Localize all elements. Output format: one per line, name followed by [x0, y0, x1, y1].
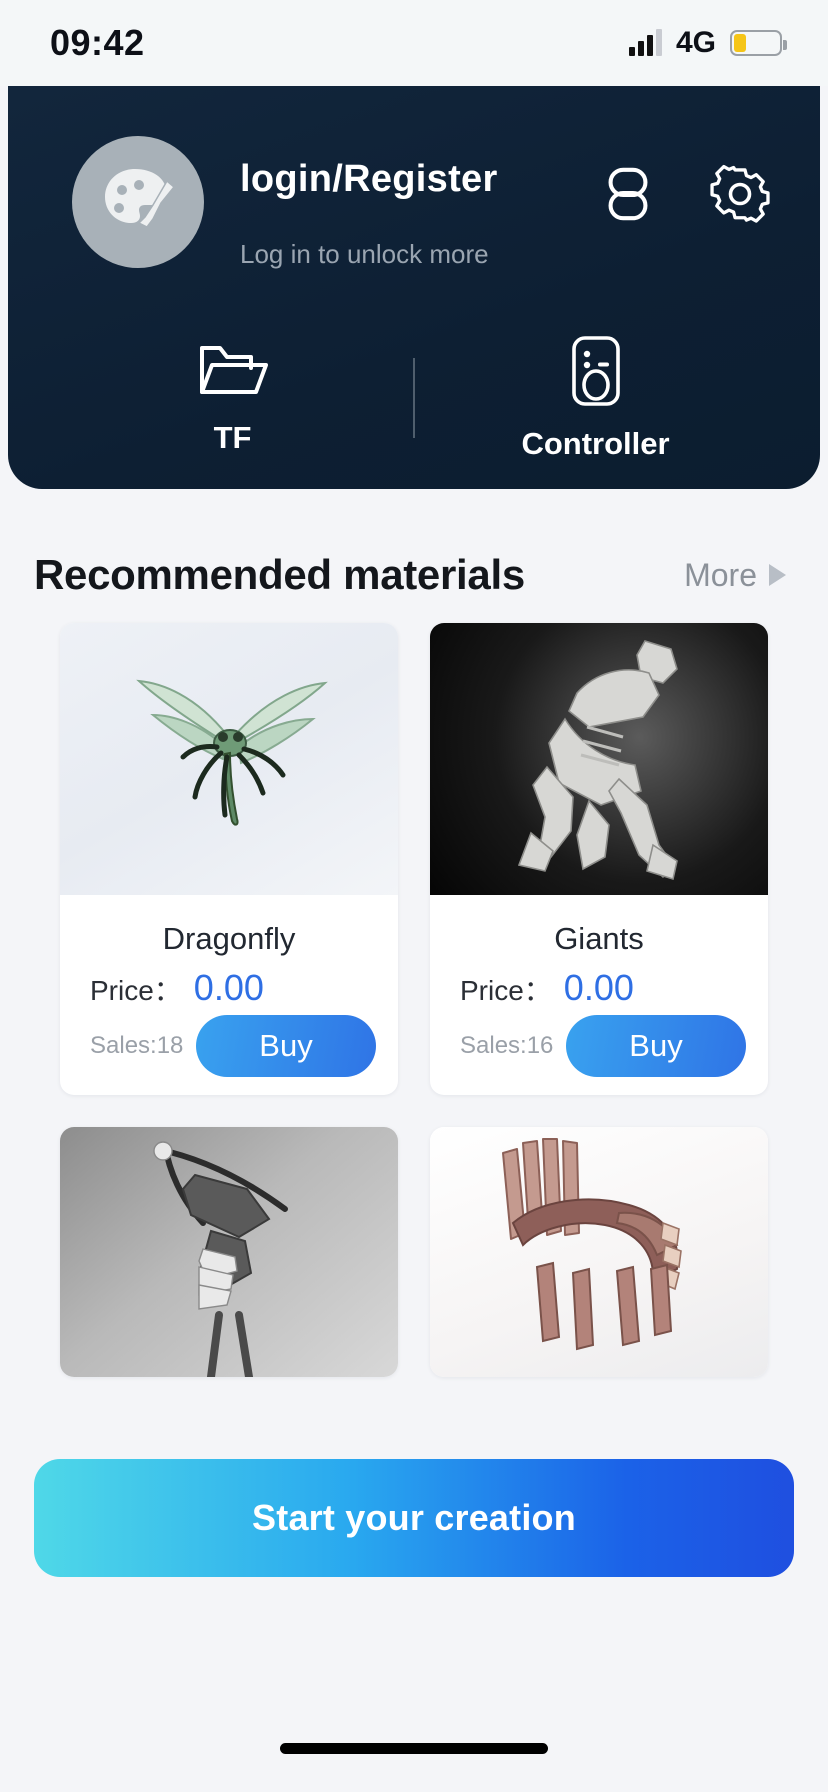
controller-icon	[571, 336, 620, 406]
home-indicator	[280, 1743, 548, 1754]
link-icon[interactable]	[592, 158, 664, 230]
start-your-creation-button[interactable]: Start your creation	[34, 1459, 794, 1577]
buy-button[interactable]: Buy	[566, 1015, 746, 1077]
signal-bars-icon	[628, 29, 662, 56]
material-title: Giants	[554, 921, 644, 956]
network-type-label: 4G	[675, 26, 716, 59]
more-label: More	[684, 556, 757, 593]
material-card[interactable]: Dragonfly Price： 0.00 Sales:18 Buy	[60, 623, 398, 1095]
header-actions	[592, 136, 776, 230]
quick-actions-row: TF Controller	[52, 334, 776, 462]
quick-action-controller[interactable]: Controller	[415, 334, 776, 462]
app-screen: 09:42 4G login/Register Log in to unlock…	[0, 0, 828, 1792]
page-title: Recommended materials	[34, 551, 525, 598]
status-bar: 09:42 4G	[0, 0, 828, 86]
material-card[interactable]: Giants Price： 0.00 Sales:16 Buy	[430, 623, 768, 1095]
wooden-dinosaur-3d-model-thumbnail	[430, 1127, 768, 1377]
sales-count: Sales:16	[460, 1032, 554, 1059]
login-register-title[interactable]: login/Register	[240, 158, 592, 201]
quick-action-tf-label: TF	[213, 420, 252, 455]
price-row: Price： 0.00	[452, 967, 746, 1009]
material-card[interactable]	[60, 1127, 398, 1377]
profile-text-block: login/Register Log in to unlock more	[240, 136, 592, 270]
material-card[interactable]	[430, 1127, 768, 1377]
buy-button[interactable]: Buy	[196, 1015, 376, 1077]
more-button[interactable]: More	[684, 557, 794, 594]
login-subtitle: Log in to unlock more	[240, 239, 489, 269]
price-row: Price： 0.00	[82, 967, 376, 1009]
buy-row: Sales:18 Buy	[82, 1015, 376, 1077]
giant-skeleton-3d-model-thumbnail	[430, 623, 768, 895]
status-bar-time: 09:42	[50, 22, 145, 63]
folder-icon	[199, 346, 268, 394]
sales-count: Sales:18	[90, 1032, 184, 1059]
quick-actions-divider	[413, 358, 415, 438]
cta-container: Start your creation	[0, 1459, 828, 1577]
battery-low-icon	[730, 30, 787, 56]
palette-brush-avatar-icon	[105, 169, 176, 228]
dragonfly-3d-model-thumbnail	[60, 623, 398, 895]
recommended-section-header: Recommended materials More	[0, 489, 828, 599]
status-bar-indicators: 4G	[628, 26, 787, 60]
profile-header: login/Register Log in to unlock more TF …	[8, 86, 820, 489]
avatar[interactable]	[72, 136, 204, 268]
price-value: 0.00	[563, 967, 634, 1008]
price-label: Price：	[90, 975, 182, 1006]
price-value: 0.00	[193, 967, 264, 1008]
material-meta: Price： 0.00 Sales:16 Buy	[430, 967, 768, 1095]
materials-grid: Dragonfly Price： 0.00 Sales:18 Buy Giant…	[0, 599, 828, 1377]
quick-action-tf[interactable]: TF	[52, 340, 413, 456]
material-title: Dragonfly	[162, 921, 296, 956]
buy-row: Sales:16 Buy	[452, 1015, 746, 1077]
gear-icon[interactable]	[704, 158, 776, 230]
skeleton-warrior-3d-model-thumbnail	[60, 1127, 398, 1377]
quick-action-controller-label: Controller	[521, 426, 670, 461]
triangle-right-icon	[769, 564, 786, 586]
price-label: Price：	[460, 975, 552, 1006]
material-meta: Price： 0.00 Sales:18 Buy	[60, 967, 398, 1095]
profile-header-top: login/Register Log in to unlock more	[52, 86, 776, 270]
